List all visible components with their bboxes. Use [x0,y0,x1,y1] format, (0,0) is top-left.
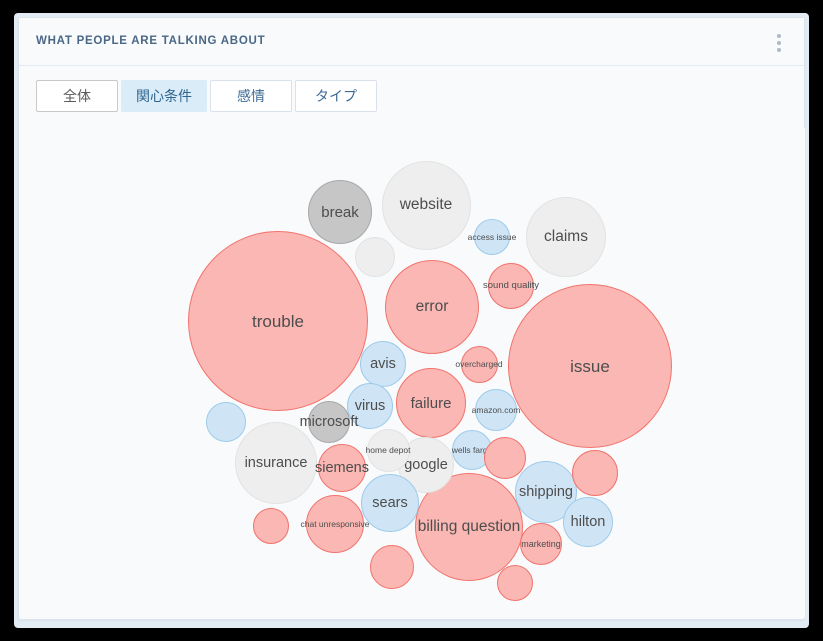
bubble-insurance[interactable]: insurance [235,422,317,504]
bubble-trouble[interactable]: trouble [188,231,368,411]
bubble-marketing[interactable]: marketing [520,523,562,565]
bubble-label: virus [354,397,386,414]
tab-1[interactable]: 関心条件 [121,80,207,112]
panel-header: WHAT PEOPLE ARE TALKING ABOUT [19,18,804,66]
bubble-label: break [321,203,359,221]
bubble-website[interactable]: website [381,160,471,250]
kebab-dot-1 [777,34,781,38]
bubble-label: trouble [252,311,304,331]
bubble-label: chat unresponsive [300,518,370,529]
bubble-label: shipping [518,483,573,500]
bubble-unlabeled-27[interactable] [253,508,289,544]
bubble-unlabeled-26[interactable] [206,402,246,442]
bubble-label: microsoft [299,413,359,430]
bubble-amazon-com[interactable]: amazon.com [472,389,520,431]
bubble-siemens[interactable]: siemens [315,444,369,492]
bubble-label: siemens [315,459,369,476]
screenshot-root: WHAT PEOPLE ARE TALKING ABOUT 全体 関心条件 感情 タイ… [0,0,823,641]
bubble-sears[interactable]: sears [361,474,419,532]
bubble-sound-quality[interactable]: sound quality [483,263,539,309]
bubble-label: overcharged [455,358,503,369]
bubble-unlabeled-31[interactable] [484,437,526,479]
bubble-access-issue[interactable]: access issue [468,219,516,255]
page-title: WHAT PEOPLE ARE TALKING ABOUT [36,35,266,47]
bubble-label: sears [372,494,408,511]
tab-bar: 全体 関心条件 感情 タイプ [36,80,380,112]
panel-card: WHAT PEOPLE ARE TALKING ABOUT 全体 関心条件 感情 タイ… [18,17,805,620]
bubble-label: insurance [244,454,308,471]
bubble-unlabeled-28[interactable] [370,545,414,589]
tab-3[interactable]: タイプ [295,80,377,112]
bubble-issue[interactable]: issue [508,284,672,448]
bubble-label: hilton [570,513,606,530]
bubble-label: home depot [365,444,411,455]
bubble-chart: trouble issue error website claims billing qu… [20,128,805,618]
bubble-failure[interactable]: failure [396,368,466,438]
bubble-label: amazon.com [471,404,521,415]
bubble-label: sound quality [483,280,539,292]
bubble-unlabeled-25[interactable] [355,237,395,277]
bubble-label: error [415,298,449,316]
bubble-label: marketing [521,538,561,549]
bubble-avis[interactable]: avis [360,341,406,387]
bubble-error[interactable]: error [385,260,479,354]
bubble-overcharged[interactable]: overcharged [455,345,503,383]
tab-0[interactable]: 全体 [36,80,118,112]
bubble-chat-unresponsive[interactable]: chat unresponsive [301,495,370,553]
bubble-label: google [404,456,448,473]
bubble-label: avis [370,355,396,372]
tab-2[interactable]: 感情 [210,80,292,112]
kebab-dot-2 [777,41,781,45]
bubble-label: access issue [467,231,517,242]
bubble-hilton[interactable]: hilton [563,497,613,547]
bubble-claims[interactable]: claims [526,197,606,277]
bubble-home-depot[interactable]: home depot [365,428,411,472]
kebab-menu-icon[interactable] [770,31,788,55]
bubble-label: claims [544,228,588,246]
bubble-virus[interactable]: virus [347,383,393,429]
bubble-unlabeled-30[interactable] [572,450,618,496]
bubble-label: website [399,196,453,214]
bubble-label: billing question [417,518,521,536]
bubble-unlabeled-29[interactable] [497,565,533,601]
bubble-label: failure [410,394,452,412]
kebab-dot-3 [777,48,781,52]
bubble-label: issue [570,356,610,376]
bubble-break[interactable]: break [308,180,372,244]
bubble-microsoft[interactable]: microsoft [300,401,358,443]
